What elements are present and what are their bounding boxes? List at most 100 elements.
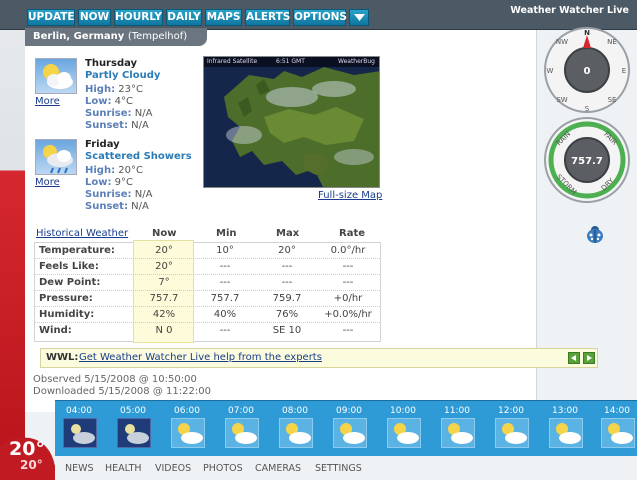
now-value: N 0: [155, 325, 173, 336]
sunrise-label: Sunrise:: [85, 189, 132, 200]
column-header-max: Max: [276, 228, 300, 239]
max-value: SE 10: [272, 325, 302, 336]
now-value: 7°: [158, 277, 170, 288]
table-row: Temperature: 20° 10° 20° 0.0°/hr: [35, 243, 380, 259]
previous-arrow-button[interactable]: [568, 352, 580, 364]
table-row: Dew Point: 7° --- --- ---: [35, 275, 380, 291]
app-title: Weather Watcher Live: [510, 5, 629, 16]
alerts-button[interactable]: ALERTS: [245, 9, 290, 26]
location-area: (Tempelhof): [127, 31, 188, 42]
compass-dial: N NE NW E W SE SW S 0: [544, 27, 630, 113]
hourly-item[interactable]: 07:00: [221, 401, 273, 457]
full-size-map-link[interactable]: Full-size Map: [318, 190, 382, 201]
sunrise-label: Sunrise:: [85, 108, 132, 119]
column-header-rate: Rate: [339, 228, 366, 239]
compass-s-label: S: [585, 105, 590, 113]
hourly-forecast-bar: 04:00 05:00 06:00 07:00 08:00 09:00 10:0…: [55, 400, 637, 456]
historical-weather-link[interactable]: Historical Weather: [36, 228, 128, 239]
temperature-side-bar: [0, 30, 25, 480]
photos-link[interactable]: PHOTOS: [203, 463, 243, 474]
hourly-item[interactable]: 06:00: [167, 401, 219, 457]
wind-compass[interactable]: N NE NW E W SE SW S 0: [543, 26, 631, 114]
partly-cloudy-icon: [35, 58, 77, 94]
hour-time: 09:00: [336, 406, 362, 416]
compass-se-label: SE: [608, 96, 617, 104]
row-label: Wind:: [39, 325, 72, 336]
day-name: Thursday: [85, 58, 138, 69]
low-value: 9°C: [114, 177, 134, 188]
partly-cloudy-icon: [225, 418, 259, 448]
row-label: Temperature:: [39, 245, 115, 256]
night-cloudy-icon: [63, 418, 97, 448]
min-value: ---: [219, 325, 231, 336]
partly-cloudy-icon: [279, 418, 313, 448]
compass-n-label: N: [584, 29, 590, 37]
wind-speed-value: 0: [584, 66, 591, 77]
more-link[interactable]: More: [35, 96, 60, 107]
weatherbug-icon[interactable]: [584, 222, 606, 244]
day-condition: Partly Cloudy: [85, 70, 161, 81]
rate-value: +0/hr: [333, 293, 363, 304]
now-button[interactable]: NOW: [78, 9, 111, 26]
hourly-item[interactable]: 08:00: [275, 401, 327, 457]
current-temperature-small: 20°: [20, 458, 43, 472]
current-temperature: 20°: [9, 438, 45, 460]
hourly-item[interactable]: 05:00: [113, 401, 165, 457]
update-button[interactable]: UPDATE: [27, 9, 75, 26]
row-label: Dew Point:: [39, 277, 101, 288]
observed-time: Observed 5/15/2008 @ 10:50:00: [33, 374, 197, 385]
hourly-item[interactable]: 10:00: [383, 401, 435, 457]
daily-button[interactable]: DAILY: [166, 9, 202, 26]
help-link[interactable]: Get Weather Watcher Live help from the e…: [79, 352, 322, 363]
compass-ne-label: NE: [607, 38, 617, 46]
cameras-link[interactable]: CAMERAS: [255, 463, 301, 474]
map-type-label: Infrared Satellite: [207, 58, 258, 65]
column-header-now: Now: [152, 228, 177, 239]
partly-cloudy-icon: [441, 418, 475, 448]
compass-sw-label: SW: [556, 96, 567, 104]
now-value: 757.7: [149, 293, 179, 304]
now-value: 20°: [155, 261, 173, 272]
satellite-image: [204, 57, 379, 187]
health-link[interactable]: HEALTH: [105, 463, 142, 474]
hourly-item[interactable]: 12:00: [491, 401, 543, 457]
barometer-gauge[interactable]: RAIN FAIR STORM DRY 757.7: [543, 116, 631, 204]
hourly-item[interactable]: 09:00: [329, 401, 381, 457]
hourly-item[interactable]: 11:00: [437, 401, 489, 457]
options-button[interactable]: OPTIONS: [293, 9, 347, 26]
partly-cloudy-icon: [171, 418, 205, 448]
next-arrow-button[interactable]: [583, 352, 595, 364]
partly-cloudy-icon: [333, 418, 367, 448]
hourly-item[interactable]: 13:00: [545, 401, 597, 457]
partly-cloudy-icon: [495, 418, 529, 448]
sunset-label: Sunset:: [85, 120, 128, 131]
min-value: ---: [219, 261, 231, 272]
hour-time: 06:00: [174, 406, 200, 416]
settings-link[interactable]: SETTINGS: [315, 463, 362, 474]
arrow-left-icon: [571, 355, 576, 361]
low-label: Low:: [85, 177, 112, 188]
rate-value: 0.0°/hr: [330, 245, 366, 256]
partly-cloudy-icon: [387, 418, 421, 448]
high-label: High:: [85, 165, 116, 176]
maps-button[interactable]: MAPS: [205, 9, 242, 26]
rate-value: ---: [342, 277, 354, 288]
low-label: Low:: [85, 96, 112, 107]
column-header-min: Min: [216, 228, 237, 239]
hour-time: 11:00: [444, 406, 470, 416]
news-link[interactable]: NEWS: [65, 463, 94, 474]
hourly-item[interactable]: 14:00: [597, 401, 637, 457]
high-label: High:: [85, 84, 116, 95]
videos-link[interactable]: VIDEOS: [155, 463, 191, 474]
compass-e-label: E: [622, 67, 626, 75]
hourly-button[interactable]: HOURLY: [114, 9, 163, 26]
sunrise-value: N/A: [134, 189, 153, 200]
day-condition: Scattered Showers: [85, 151, 192, 162]
more-link[interactable]: More: [35, 177, 60, 188]
hour-time: 04:00: [66, 406, 92, 416]
more-menu-button[interactable]: [349, 9, 369, 26]
partly-cloudy-icon: [549, 418, 583, 448]
satellite-map[interactable]: Infrared Satellite 6:51 GMT WeatherBug: [203, 56, 380, 188]
scattered-showers-icon: [35, 139, 77, 175]
hourly-item[interactable]: 04:00: [59, 401, 111, 457]
